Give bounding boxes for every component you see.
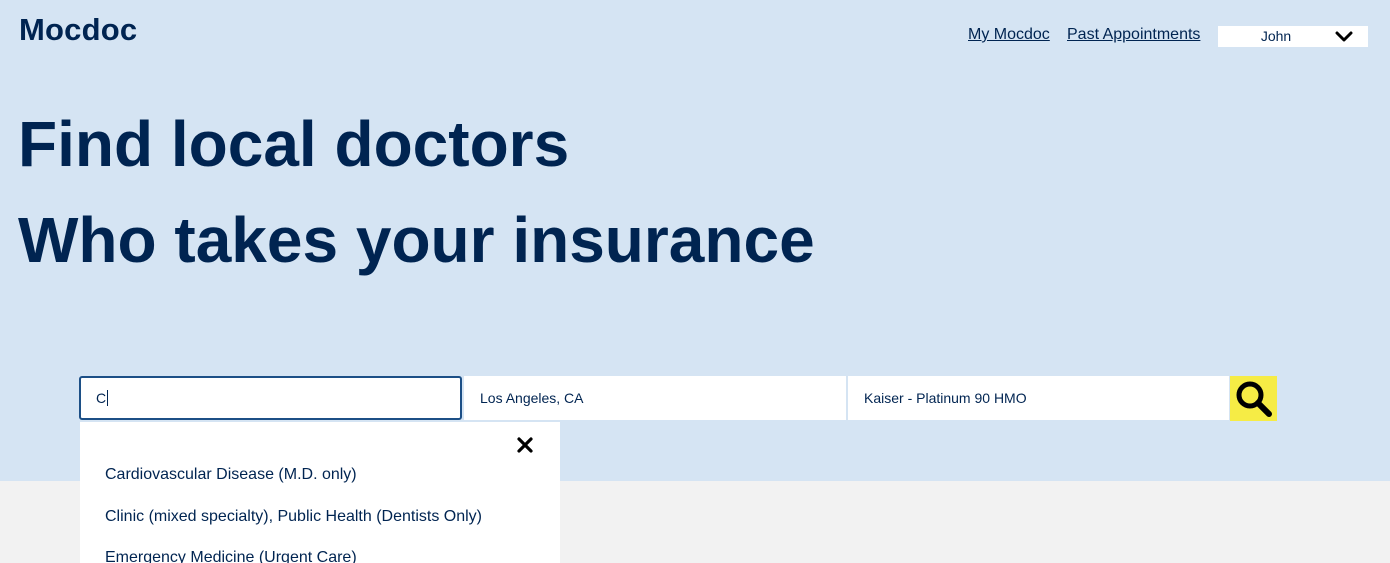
specialty-suggestions-dropdown: Cardiovascular Disease (M.D. only) Clini… <box>80 422 560 563</box>
headline-line-1: Find local doctors <box>18 108 570 180</box>
user-menu-dropdown[interactable]: John <box>1218 26 1368 47</box>
insurance-input-value: Kaiser - Platinum 90 HMO <box>864 390 1027 406</box>
specialty-search-input[interactable]: C <box>79 376 462 420</box>
nav-my-mocdoc-link[interactable]: My Mocdoc <box>968 26 1050 44</box>
hero-section: Mocdoc My Mocdoc Past Appointments John … <box>0 0 1390 481</box>
search-icon <box>1236 381 1272 417</box>
chevron-down-icon <box>1335 31 1353 42</box>
insurance-input[interactable]: Kaiser - Platinum 90 HMO <box>848 376 1229 420</box>
page: Mocdoc My Mocdoc Past Appointments John … <box>0 0 1390 563</box>
suggestion-item[interactable]: Cardiovascular Disease (M.D. only) <box>105 466 357 484</box>
headline-line-2: Who takes your insurance <box>18 204 815 276</box>
suggestion-item[interactable]: Emergency Medicine (Urgent Care) <box>105 549 357 563</box>
suggestion-item[interactable]: Clinic (mixed specialty), Public Health … <box>105 508 482 526</box>
nav-past-appointments-link[interactable]: Past Appointments <box>1067 26 1200 44</box>
logo[interactable]: Mocdoc <box>19 12 137 48</box>
location-input[interactable]: Los Angeles, CA <box>464 376 846 420</box>
user-name: John <box>1260 28 1292 44</box>
location-input-value: Los Angeles, CA <box>480 390 584 406</box>
specialty-input-value: C <box>96 390 107 406</box>
search-button[interactable] <box>1230 376 1277 421</box>
text-caret <box>107 390 109 406</box>
close-icon[interactable] <box>516 436 534 454</box>
